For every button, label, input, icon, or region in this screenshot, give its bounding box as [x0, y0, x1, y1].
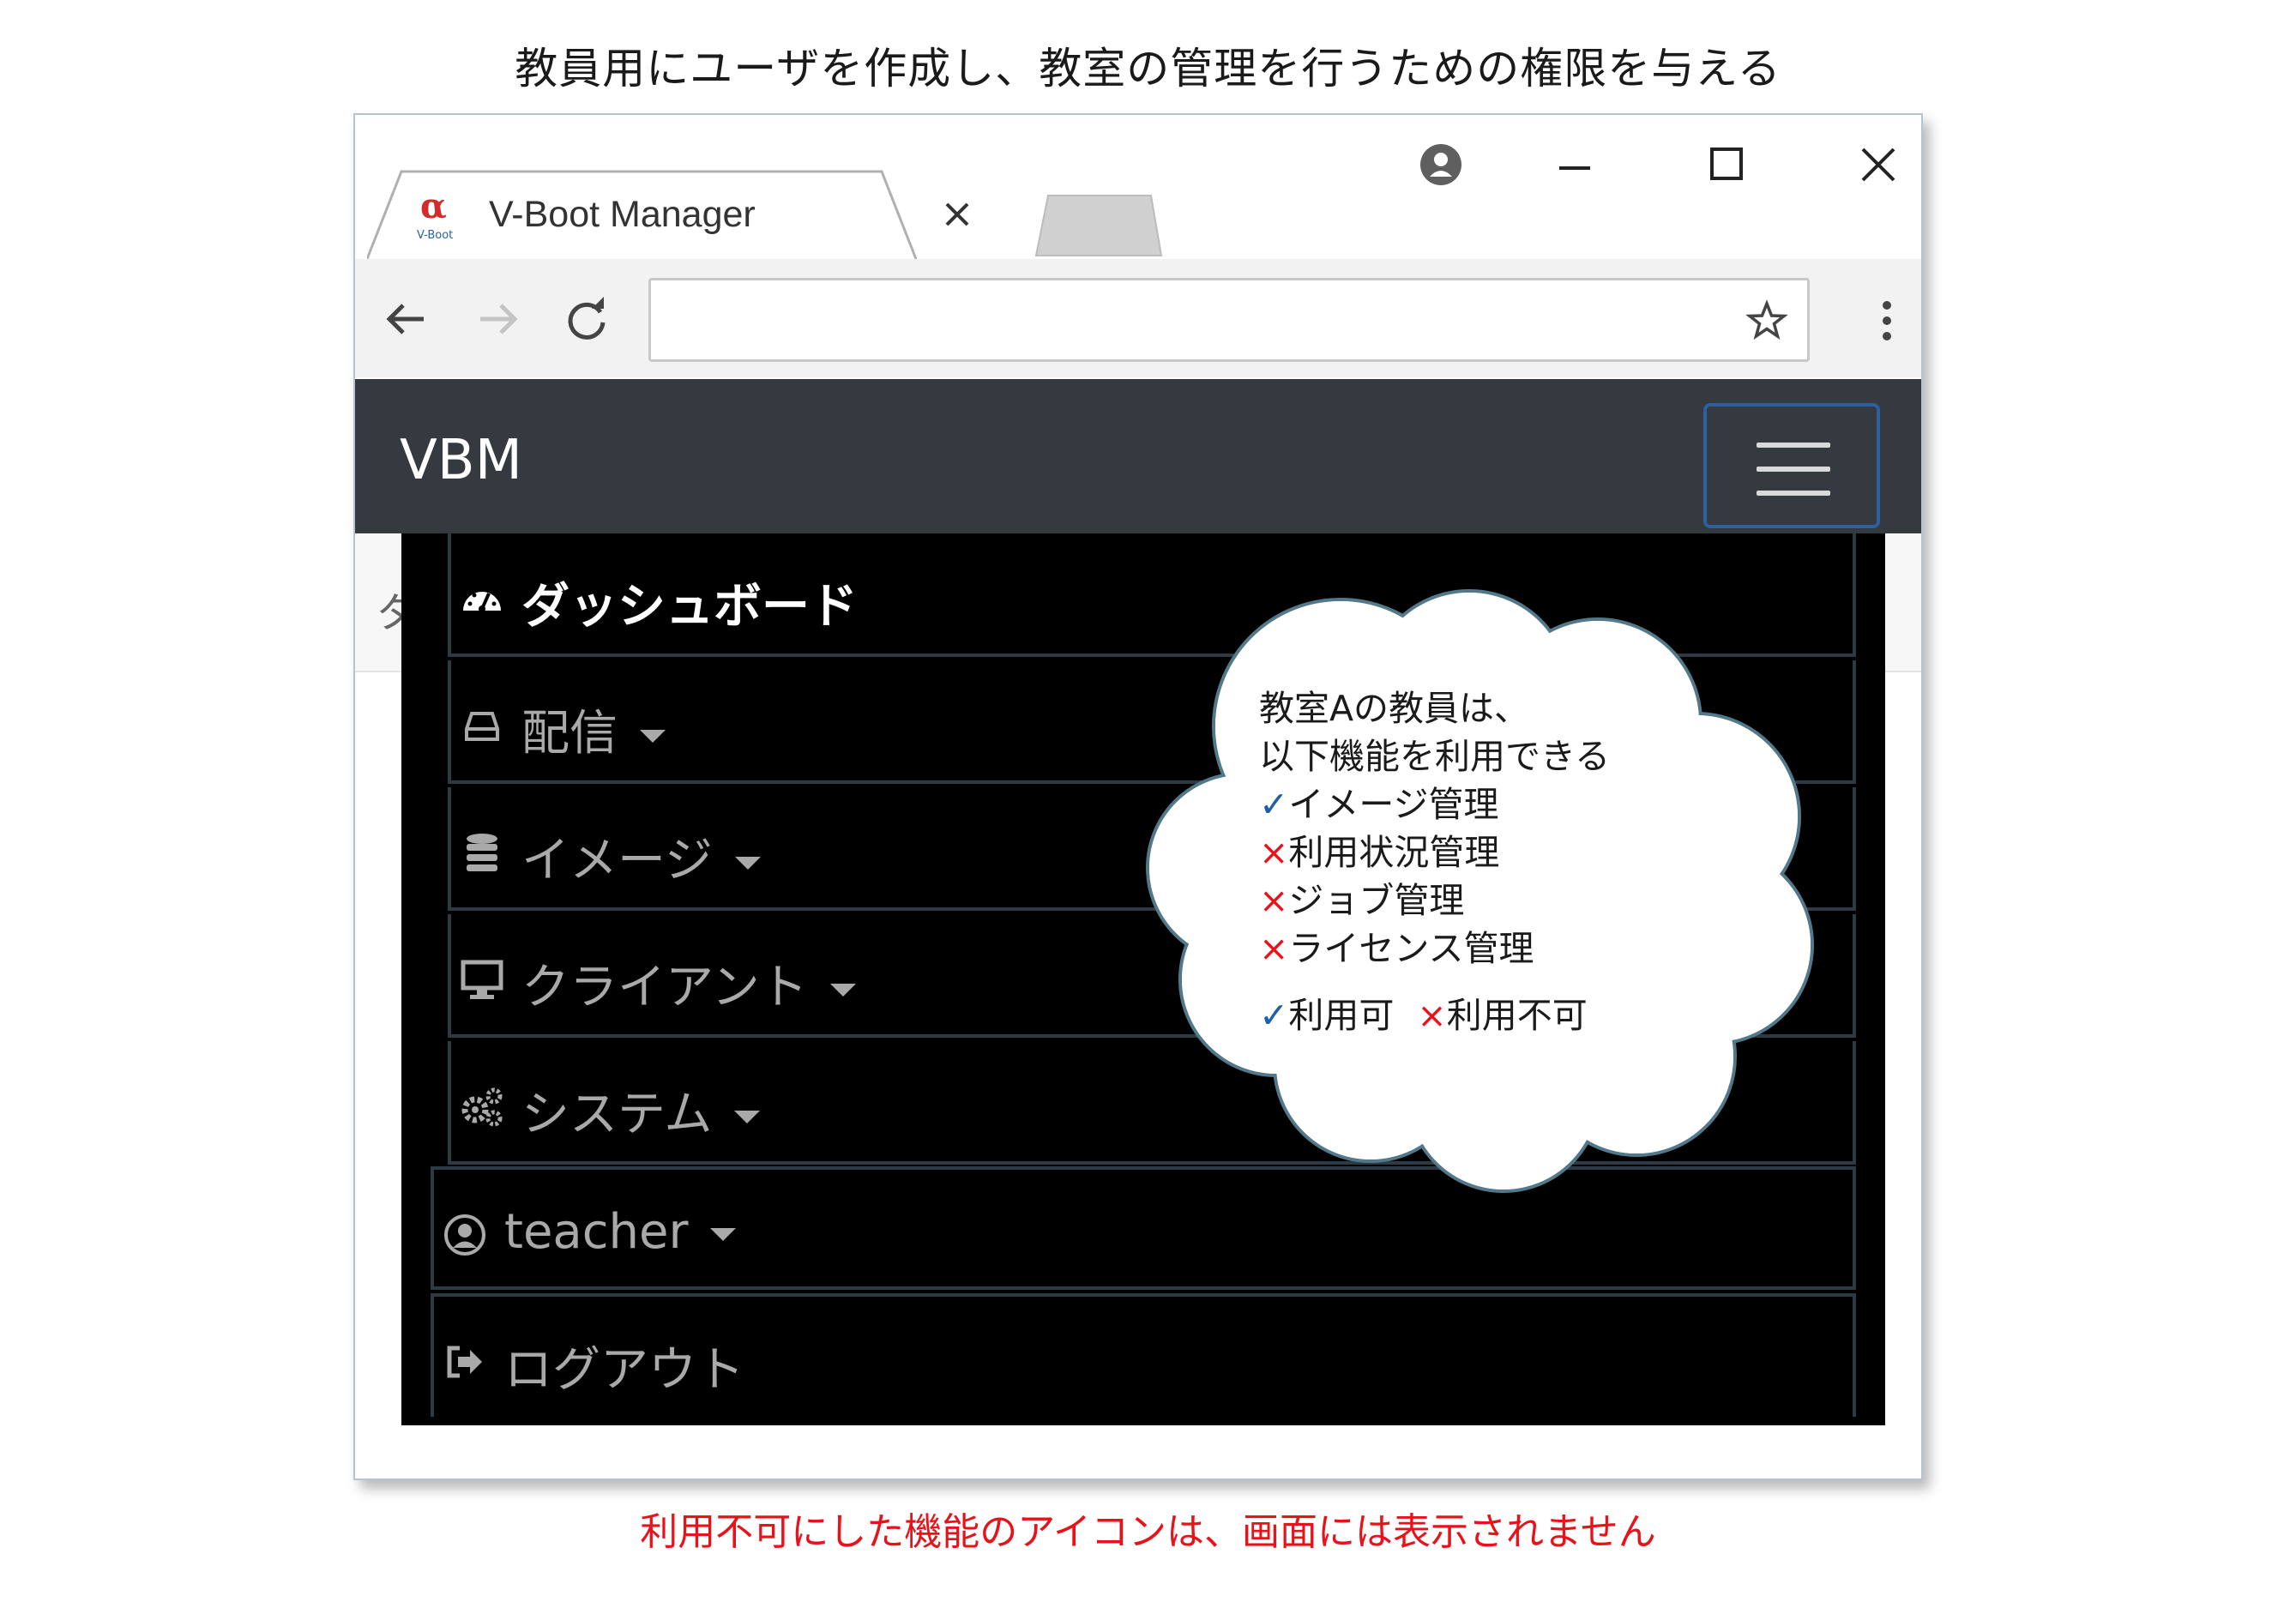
minimize-icon[interactable] [1540, 130, 1609, 199]
caret-down-icon [640, 730, 666, 744]
caret-down-icon [734, 857, 761, 870]
menu-item-label: ダッシュボード [521, 579, 858, 635]
check-mark-icon: ✓ [1259, 784, 1289, 825]
menu-item-label: クライアント [521, 949, 856, 1018]
gears-icon [461, 1087, 503, 1127]
hard-drive-icon [465, 712, 499, 741]
caret-down-icon [710, 1228, 737, 1242]
callout-legend: ✓利用可 ×利用不可 [1259, 995, 1588, 1036]
app-favicon-icon: α V-Boot [417, 189, 453, 242]
figure-caption-top: 教員用にユーザを作成し、教室の管理を行うための権限を与える [515, 44, 1781, 93]
caret-down-icon [734, 1111, 761, 1124]
menu-item-logout[interactable]: ログアウト [431, 1293, 1856, 1417]
cross-mark-icon: × [1259, 832, 1289, 873]
callout-item-job-mgmt: ×ジョブ管理 [1259, 880, 1465, 921]
cross-mark-icon: × [1259, 880, 1289, 921]
maximize-icon[interactable] [1693, 130, 1762, 199]
browser-titlebar: α V-Boot V-Boot Manager [355, 115, 1921, 261]
cross-mark-icon: × [1417, 995, 1447, 1036]
back-arrow-icon[interactable] [381, 293, 432, 345]
browser-toolbar [355, 259, 1921, 377]
caret-down-icon [829, 984, 856, 997]
forward-arrow-icon[interactable] [472, 293, 523, 345]
callout-text: 教室Aの教員は、 以下機能を利用できる ✓イメージ管理 ×利用状況管理 ×ジョブ… [1259, 684, 1610, 1039]
tab-title: V-Boot Manager [489, 194, 756, 235]
monitor-icon [461, 960, 503, 999]
sign-out-icon [447, 1346, 482, 1378]
new-tab-button[interactable] [1031, 190, 1168, 259]
callout-line-2: 以下機能を利用できる [1259, 736, 1611, 777]
menu-item-label: イメージ [521, 822, 761, 891]
svg-text:V-Boot: V-Boot [417, 229, 453, 242]
window-close-icon[interactable] [1844, 130, 1913, 199]
app-navbar: VBM [355, 379, 1921, 533]
menu-item-label: teacher [504, 1204, 737, 1260]
app-brand[interactable]: VBM [400, 429, 522, 492]
cross-mark-icon: × [1259, 928, 1289, 969]
address-bar[interactable] [648, 278, 1810, 362]
account-circle-icon[interactable] [1407, 130, 1475, 199]
callout-item-image-mgmt: ✓イメージ管理 [1259, 784, 1499, 825]
menu-item-label: システム [521, 1075, 761, 1145]
hamburger-menu-button[interactable] [1703, 403, 1880, 528]
star-icon[interactable] [1745, 299, 1788, 342]
kebab-menu-icon[interactable] [1875, 295, 1899, 346]
figure-caption-bottom: 利用不可にした機能のアイコンは、画面には表示されません [640, 1510, 1656, 1554]
menu-item-label: 配信 [521, 695, 666, 764]
svg-text:α: α [420, 189, 447, 226]
reload-icon[interactable] [561, 293, 612, 345]
user-circle-icon [444, 1214, 485, 1256]
check-mark-icon: ✓ [1259, 995, 1289, 1036]
callout-item-license-mgmt: ×ライセンス管理 [1259, 928, 1534, 969]
callout-item-usage-mgmt: ×利用状況管理 [1259, 832, 1500, 873]
database-icon [467, 834, 497, 871]
menu-item-label: ログアウト [504, 1342, 744, 1398]
dashboard-gauge-icon [463, 592, 501, 612]
callout-line-1: 教室Aの教員は、 [1259, 688, 1530, 729]
tab-close-icon[interactable] [940, 197, 974, 232]
address-input[interactable] [668, 294, 1718, 347]
